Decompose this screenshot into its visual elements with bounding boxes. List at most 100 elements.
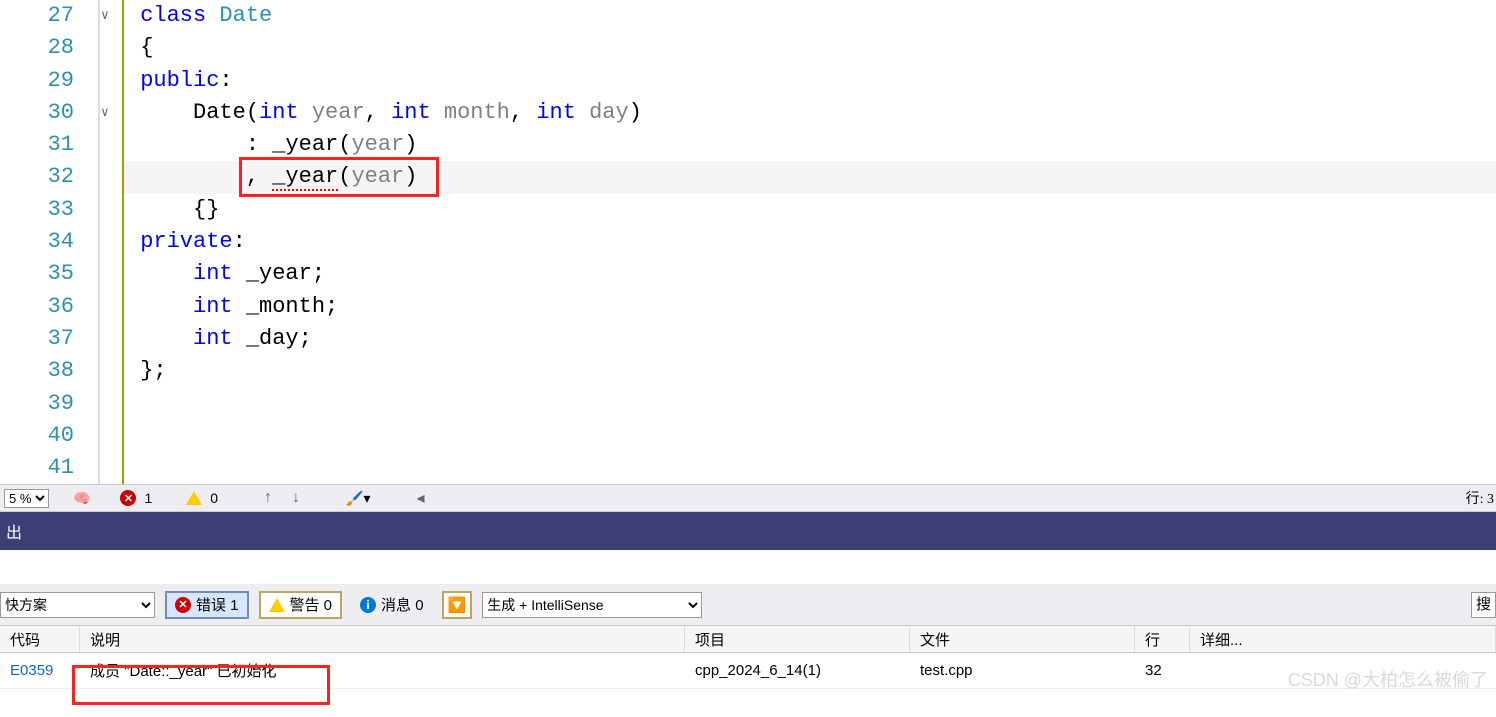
tab-label: 出 <box>6 519 22 543</box>
code-line[interactable] <box>124 388 1496 420</box>
line-num: 35 <box>0 258 78 290</box>
code-line[interactable]: {} <box>124 194 1496 226</box>
type: int <box>259 100 299 125</box>
member: _year; <box>233 261 325 286</box>
editor-toolbar: 5 % 🧠 ✕ 1 0 ↑ ↓ 🖌️▾ ◂ 行: 3 <box>0 484 1496 512</box>
code-line[interactable]: int _year; <box>124 258 1496 290</box>
code-line[interactable]: public: <box>124 65 1496 97</box>
error-icon[interactable]: ✕ <box>120 490 136 506</box>
warning-icon <box>269 598 285 612</box>
info-icon: i <box>360 597 376 613</box>
type: int <box>193 326 233 351</box>
code-line[interactable]: }; <box>124 355 1496 387</box>
line-num: 36 <box>0 291 78 323</box>
paren: ( <box>246 100 259 125</box>
annotation-highlight-box <box>239 157 439 197</box>
intellisense-icon[interactable]: 🧠 <box>73 490 90 507</box>
code-line[interactable] <box>124 452 1496 484</box>
fold-column[interactable]: ∨ ∨ <box>100 0 124 484</box>
line-num: 41 <box>0 452 78 484</box>
error-project: cpp_2024_6_14(1) <box>685 653 910 688</box>
line-num: 32 <box>0 161 78 193</box>
comma: , <box>365 100 391 125</box>
error-file: test.cpp <box>910 653 1135 688</box>
code-line[interactable]: int _day; <box>124 323 1496 355</box>
col-line-header[interactable]: 行 <box>1135 626 1190 652</box>
errors-filter-button[interactable]: ✕ 错误 1 <box>165 591 249 619</box>
paren: ) <box>629 100 642 125</box>
col-file-header[interactable]: 文件 <box>910 626 1135 652</box>
code-line[interactable] <box>124 420 1496 452</box>
arrow-up-icon[interactable]: ↑ <box>258 489 278 507</box>
colon: : <box>219 68 232 93</box>
keyword: class <box>140 3 206 28</box>
brush-icon[interactable]: 🖌️▾ <box>346 490 370 507</box>
warnings-filter-button[interactable]: 警告 0 <box>259 591 343 619</box>
keyword: private <box>140 229 232 254</box>
line-num: 37 <box>0 323 78 355</box>
error-icon: ✕ <box>175 597 191 613</box>
param: month <box>444 100 510 125</box>
info-label: 消息 0 <box>381 594 424 615</box>
line-num: 30 <box>0 97 78 129</box>
line-num: 39 <box>0 388 78 420</box>
source-filter[interactable]: 生成 + IntelliSense <box>482 592 702 618</box>
error-count: 1 <box>144 490 152 506</box>
warning-icon[interactable] <box>186 491 202 505</box>
type: int <box>536 100 576 125</box>
line-num: 27 <box>0 0 78 32</box>
code-line[interactable]: class Date <box>124 0 1496 32</box>
annotation-highlight-box <box>72 665 330 705</box>
line-num: 38 <box>0 355 78 387</box>
scroll-left-icon[interactable]: ◂ <box>411 488 431 508</box>
brace: { <box>140 35 153 60</box>
comma: , <box>510 100 536 125</box>
search-input[interactable]: 搜 <box>1471 592 1496 618</box>
warnings-label: 警告 0 <box>290 594 333 615</box>
watermark: CSDN @大柏怎么被偷了 <box>1288 666 1488 692</box>
keyword: public <box>140 68 219 93</box>
type: int <box>193 261 233 286</box>
info-filter-button[interactable]: i 消息 0 <box>352 591 432 619</box>
param: day <box>589 100 629 125</box>
error-line: 32 <box>1135 653 1190 688</box>
line-num: 29 <box>0 65 78 97</box>
col-details-header[interactable]: 详细... <box>1190 626 1496 652</box>
brace: }; <box>140 358 166 383</box>
error-list-filter-bar: 快方案 ✕ 错误 1 警告 0 i 消息 0 🔽 生成 + IntelliSense… <box>0 584 1496 626</box>
zoom-select[interactable]: 5 % <box>4 489 49 508</box>
solution-filter[interactable]: 快方案 <box>0 592 155 618</box>
param: year <box>351 132 404 157</box>
code-editor[interactable]: 27 28 29 30 31 32 33 34 35 36 37 38 39 4… <box>0 0 1496 484</box>
col-project-header[interactable]: 项目 <box>685 626 910 652</box>
colon: : <box>233 229 246 254</box>
code-line[interactable]: private: <box>124 226 1496 258</box>
param: year <box>312 100 365 125</box>
line-indicator: 行: 3 <box>1466 488 1494 508</box>
init: : _year( <box>246 132 352 157</box>
fold-icon[interactable]: ∨ <box>101 8 109 23</box>
errors-label: 错误 1 <box>196 594 239 615</box>
arrow-down-icon[interactable]: ↓ <box>286 489 306 507</box>
table-header: 代码 说明 项目 文件 行 详细... <box>0 626 1496 653</box>
line-num: 34 <box>0 226 78 258</box>
line-num: 31 <box>0 129 78 161</box>
member: _month; <box>233 294 339 319</box>
code-line[interactable]: int _month; <box>124 291 1496 323</box>
type: int <box>391 100 431 125</box>
col-code-header[interactable]: 代码 <box>0 626 80 652</box>
member: _day; <box>233 326 312 351</box>
filter-toggle[interactable]: 🔽 <box>442 591 473 619</box>
code-line[interactable]: Date(int year, int month, int day) <box>124 97 1496 129</box>
line-num: 33 <box>0 194 78 226</box>
output-tab-header[interactable]: 出 <box>0 512 1496 550</box>
line-gutter: 27 28 29 30 31 32 33 34 35 36 37 38 39 4… <box>0 0 100 484</box>
line-num: 40 <box>0 420 78 452</box>
fold-icon[interactable]: ∨ <box>101 105 109 120</box>
code-line[interactable]: { <box>124 32 1496 64</box>
braces: {} <box>193 197 219 222</box>
paren: ) <box>404 132 417 157</box>
error-code-link[interactable]: E0359 <box>0 653 80 688</box>
col-desc-header[interactable]: 说明 <box>80 626 685 652</box>
code-content[interactable]: class Date { public: Date(int year, int … <box>124 0 1496 484</box>
